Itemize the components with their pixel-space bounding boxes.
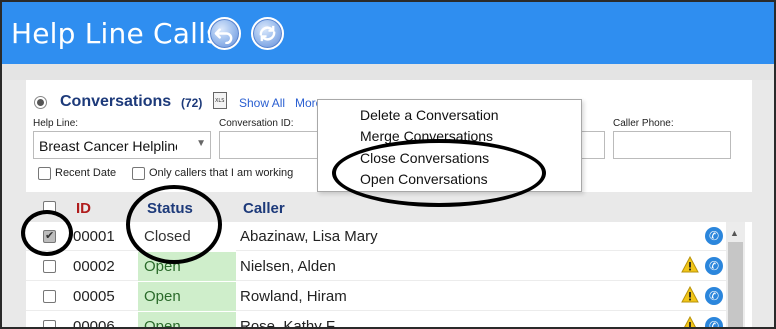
- row-status: Open: [138, 312, 236, 327]
- undo-arrow-icon: [214, 28, 233, 44]
- table-row[interactable]: 00006 Open Rose, Kathy F ✆: [26, 312, 726, 327]
- xls-export-icon[interactable]: XLS: [213, 92, 227, 109]
- row-status: Closed: [138, 222, 236, 251]
- conversation-id-label: Conversation ID:: [219, 118, 294, 129]
- phone-icon[interactable]: ✆: [705, 317, 723, 327]
- row-id[interactable]: 00001: [73, 228, 115, 245]
- conversations-radio[interactable]: [34, 96, 47, 109]
- refresh-icon: [259, 25, 276, 42]
- row-caller[interactable]: Rowland, Hiram: [240, 288, 347, 305]
- recent-date-label: Recent Date: [55, 167, 117, 179]
- row-status: Open: [138, 282, 236, 311]
- phone-icon[interactable]: ✆: [705, 287, 723, 305]
- menu-item-open-conversations[interactable]: Open Conversations: [360, 171, 488, 187]
- menu-item-delete-conversation[interactable]: Delete a Conversation: [360, 107, 499, 123]
- warning-icon[interactable]: [681, 315, 699, 327]
- page-title: Help Line Calls: [11, 17, 221, 50]
- table-header: ID Status Caller: [26, 192, 752, 222]
- dropdown-caret-icon: ▼: [196, 138, 206, 149]
- app-window: Help Line Calls Conversations (72) XLS S…: [0, 0, 776, 329]
- help-line-label: Help Line:: [33, 118, 79, 129]
- phone-icon[interactable]: ✆: [705, 227, 723, 245]
- actions-menu: Delete a Conversation Merge Conversation…: [317, 99, 582, 192]
- conversation-id-input[interactable]: [219, 131, 319, 159]
- help-line-value: Breast Cancer Helpline: [39, 138, 177, 154]
- scroll-up-arrow-icon[interactable]: ▲: [730, 228, 739, 238]
- column-header-status[interactable]: Status: [147, 200, 193, 217]
- refresh-button[interactable]: [251, 17, 284, 50]
- recent-date-checkbox[interactable]: [38, 167, 51, 180]
- caller-phone-label: Caller Phone:: [613, 118, 674, 129]
- table-scrollbar[interactable]: ▲: [726, 222, 745, 327]
- row-id[interactable]: 00002: [73, 258, 115, 275]
- header-bar: Help Line Calls: [2, 2, 774, 64]
- toolbar-spacer: [2, 64, 774, 80]
- select-all-checkbox[interactable]: [43, 201, 56, 214]
- caller-phone-input[interactable]: [613, 131, 731, 159]
- row-caller[interactable]: Rose, Kathy F: [240, 318, 335, 327]
- row-status: Open: [138, 252, 236, 281]
- row-id[interactable]: 00005: [73, 288, 115, 305]
- row-checkbox[interactable]: [43, 229, 56, 243]
- phone-icon[interactable]: ✆: [705, 257, 723, 275]
- conversations-title: Conversations: [60, 93, 172, 110]
- row-checkbox[interactable]: [43, 320, 56, 327]
- filter-input[interactable]: [579, 131, 605, 159]
- warning-icon[interactable]: [681, 255, 699, 274]
- table-row[interactable]: 00002 Open Nielsen, Alden ✆: [26, 252, 726, 281]
- table-row[interactable]: 00001 ClosedAbazinaw, Lisa Mary ✆: [26, 222, 726, 251]
- menu-item-merge-conversations[interactable]: Merge Conversations: [360, 128, 493, 144]
- more-link[interactable]: More: [295, 96, 319, 110]
- table-row[interactable]: 00005 Open Rowland, Hiram ✆: [26, 282, 726, 311]
- only-callers-checkbox[interactable]: [132, 167, 145, 180]
- conversations-count: (72): [181, 96, 203, 110]
- row-caller[interactable]: Abazinaw, Lisa Mary: [240, 228, 378, 245]
- row-checkbox[interactable]: [43, 260, 56, 273]
- menu-item-close-conversations[interactable]: Close Conversations: [360, 150, 489, 166]
- row-id[interactable]: 00006: [73, 318, 115, 327]
- row-checkbox[interactable]: [43, 290, 56, 303]
- row-caller[interactable]: Nielsen, Alden: [240, 258, 336, 275]
- back-button[interactable]: [208, 17, 241, 50]
- warning-icon[interactable]: [681, 285, 699, 304]
- show-all-link[interactable]: Show All: [239, 96, 285, 110]
- scroll-thumb[interactable]: [728, 242, 743, 327]
- column-header-caller[interactable]: Caller: [243, 200, 285, 217]
- help-line-select[interactable]: Breast Cancer Helpline ▼: [33, 131, 211, 159]
- column-header-id[interactable]: ID: [76, 200, 91, 217]
- only-callers-label: Only callers that I am working: [149, 167, 294, 179]
